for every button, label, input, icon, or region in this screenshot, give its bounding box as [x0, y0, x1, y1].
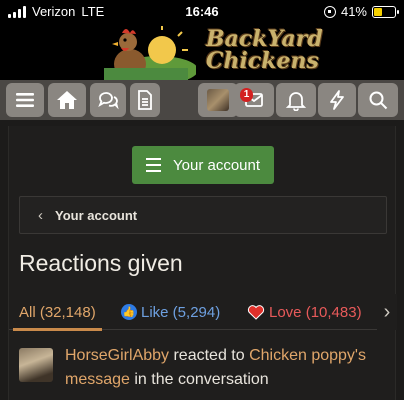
home-button[interactable]: [48, 83, 86, 117]
search-icon: [369, 91, 388, 110]
tab-love-label: Love (10,483): [269, 303, 362, 321]
menu-icon: [16, 93, 34, 107]
your-account-label: Your account: [173, 156, 261, 174]
battery-info: 41%: [323, 4, 399, 19]
tab-all[interactable]: All (32,148): [13, 294, 102, 331]
account-menu-button[interactable]: [198, 83, 238, 117]
tab-love[interactable]: Love (10,483): [247, 294, 362, 330]
breadcrumb[interactable]: ‹ Your account: [19, 196, 387, 234]
tab-like[interactable]: 👍 Like (5,294): [121, 294, 220, 330]
site-header: BackYard Chickens: [0, 24, 404, 80]
bell-icon: [285, 92, 307, 111]
user-link[interactable]: HorseGirlAbby: [65, 347, 169, 364]
rotation-lock-icon: [323, 5, 336, 18]
activity-tail: in the conversation: [129, 371, 269, 388]
chevron-right-icon[interactable]: ›: [377, 294, 397, 330]
activity-verb: reacted to: [169, 347, 250, 364]
alerts-button[interactable]: [276, 83, 316, 117]
avatar[interactable]: [19, 348, 53, 382]
chicken-logo-icon[interactable]: [96, 24, 196, 80]
activity-text: HorseGirlAbby reacted to Chicken poppy's…: [65, 344, 385, 392]
bolt-icon: [330, 90, 344, 110]
chevron-left-icon: ‹: [38, 206, 43, 224]
thumbs-up-icon: 👍: [121, 304, 137, 320]
menu-button[interactable]: [6, 83, 44, 117]
your-account-button[interactable]: Your account: [132, 146, 274, 184]
chat-icon: [98, 92, 119, 110]
reaction-tabs: All (32,148) 👍 Like (5,294) Love (10,483…: [9, 294, 397, 331]
inbox-button[interactable]: 1: [234, 83, 274, 117]
latest-activity-button[interactable]: [318, 83, 356, 117]
search-button[interactable]: [358, 83, 398, 117]
logo-line-2: Chickens: [206, 48, 319, 74]
avatar: [207, 89, 229, 111]
battery-icon: [372, 5, 399, 18]
battery-percent: 41%: [340, 4, 367, 19]
breadcrumb-label: Your account: [55, 207, 138, 223]
tab-like-label: Like (5,294): [141, 303, 221, 321]
whats-new-button[interactable]: [130, 83, 160, 117]
main-content: Your account ‹ Your account Reactions gi…: [8, 126, 397, 400]
heart-icon: [247, 305, 265, 320]
page-title: Reactions given: [19, 250, 183, 276]
tab-all-label: All (32,148): [19, 303, 96, 321]
status-bar: Verizon LTE 16:46 41%: [0, 0, 404, 24]
menu-icon: [146, 158, 161, 172]
document-icon: [138, 90, 152, 110]
notification-badge: 1: [240, 88, 253, 102]
conversations-button[interactable]: [90, 83, 126, 117]
site-logo-text[interactable]: BackYard Chickens: [206, 28, 323, 72]
home-icon: [57, 91, 77, 109]
nav-bar: 1: [0, 80, 404, 120]
logo-line-1: BackYard: [206, 26, 323, 52]
